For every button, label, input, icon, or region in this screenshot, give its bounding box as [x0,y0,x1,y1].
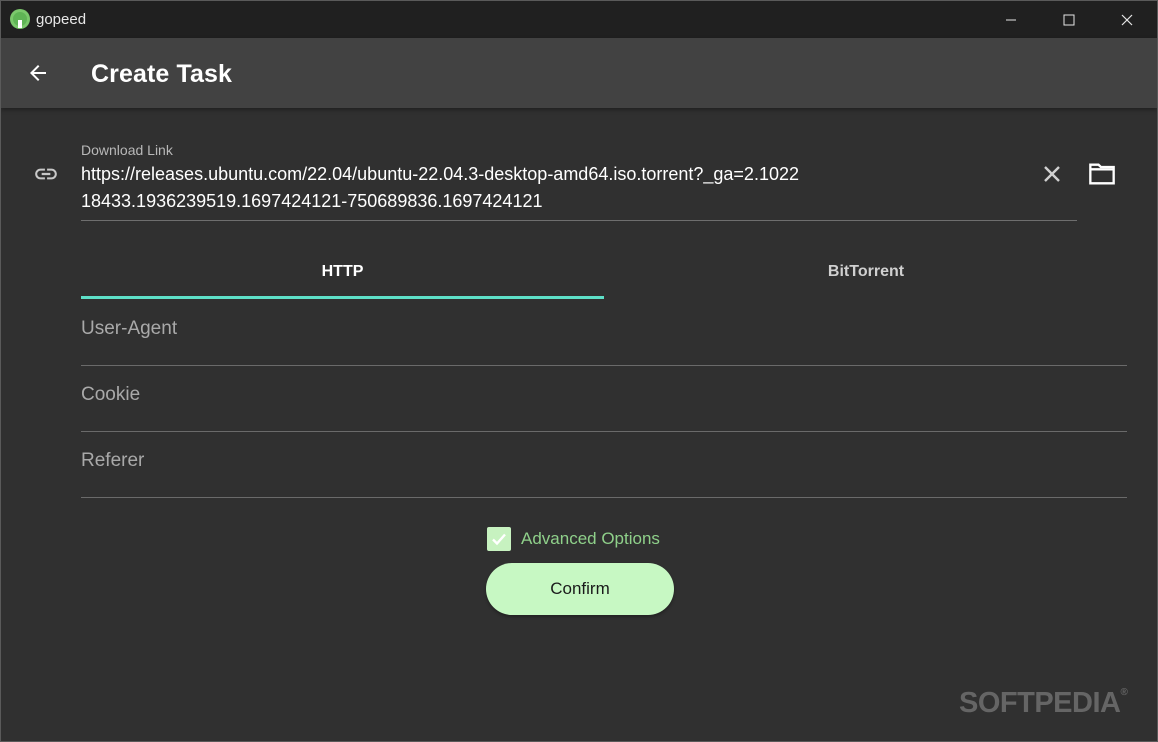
checkmark-icon [492,533,506,546]
app-window: gopeed Create Task Download Link https:/… [0,0,1158,742]
watermark-mark: ® [1120,687,1128,698]
close-icon [1044,166,1060,182]
download-link-label: Download Link [81,142,173,158]
maximize-icon [1063,14,1075,25]
advanced-options-label: Advanced Options [521,529,660,548]
referer-placeholder: Referer [81,450,145,471]
page-title: Create Task [91,60,232,88]
minimize-icon [1006,19,1016,20]
tab-indicator [81,296,604,299]
field-underline [81,497,1127,498]
tab-bittorrent[interactable]: BitTorrent [604,245,1128,299]
clear-link-button[interactable] [1037,159,1067,189]
download-link-underline [81,220,1077,221]
confirm-button[interactable]: Confirm [486,563,674,615]
watermark-text: SOFTPEDIA [959,687,1121,719]
cookie-field[interactable]: Cookie [81,366,1127,432]
advanced-options-checkbox[interactable] [487,527,511,551]
back-button[interactable] [19,54,57,92]
maximize-button[interactable] [1040,1,1098,38]
arrow-left-icon [30,65,46,81]
cookie-placeholder: Cookie [81,384,141,405]
referer-field[interactable]: Referer [81,432,1127,498]
open-file-button[interactable] [1085,159,1119,189]
window-close-button[interactable] [1098,1,1156,38]
minimize-button[interactable] [982,1,1040,38]
gopeed-logo-icon [10,9,30,29]
folder-icon [1089,163,1115,185]
user-agent-placeholder: User-Agent [81,318,178,339]
tab-http[interactable]: HTTP [81,245,604,299]
link-icon [35,168,57,180]
download-link-input[interactable]: https://releases.ubuntu.com/22.04/ubuntu… [81,161,801,215]
user-agent-field[interactable]: User-Agent [81,300,1127,366]
softpedia-watermark: SOFTPEDIA® [959,687,1128,720]
app-bar: Create Task [1,38,1157,108]
close-icon [1121,14,1133,25]
title-bar: gopeed [1,1,1157,38]
app-title: gopeed [36,11,87,28]
advanced-options-toggle[interactable]: Advanced Options [487,526,660,552]
